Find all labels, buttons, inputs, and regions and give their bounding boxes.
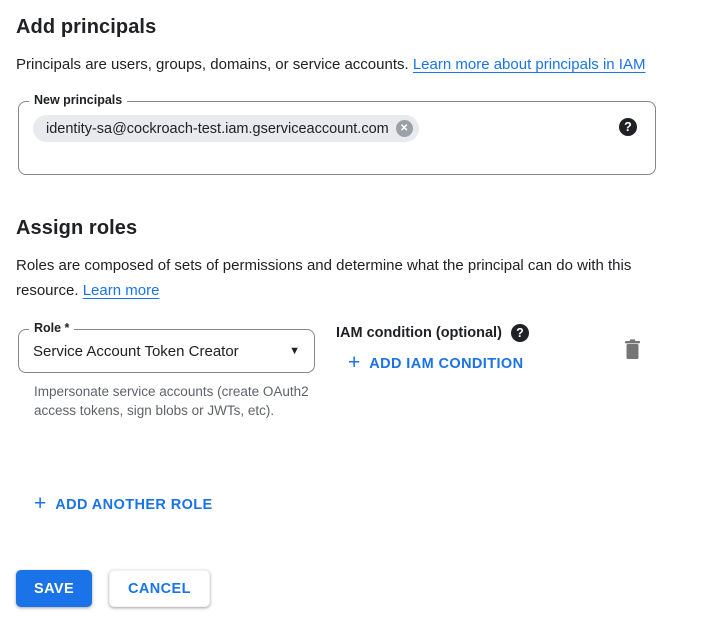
role-column: Role * Service Account Token Creator ▼ I… [18, 329, 315, 420]
principal-chip-value: identity-sa@cockroach-test.iam.gservicea… [46, 121, 389, 137]
delete-role-column [623, 329, 642, 365]
plus-icon: + [348, 351, 360, 375]
role-helper-text: Impersonate service accounts (create OAu… [34, 382, 317, 420]
add-iam-condition-button[interactable]: + ADD IAM CONDITION [348, 352, 523, 376]
role-select-value: Service Account Token Creator [33, 343, 281, 360]
principal-chip: identity-sa@cockroach-test.iam.gservicea… [33, 115, 419, 142]
add-principals-panel: Add principals Principals are users, gro… [0, 0, 713, 420]
learn-more-principals-link[interactable]: Learn more about principals in IAM [413, 56, 646, 73]
add-iam-condition-label: ADD IAM CONDITION [369, 356, 523, 372]
page-title: Add principals [16, 16, 697, 39]
chevron-down-icon: ▼ [289, 345, 300, 357]
assign-roles-title: Assign roles [16, 217, 697, 240]
iam-condition-label-row: IAM condition (optional) ? [336, 324, 623, 342]
save-button[interactable]: SAVE [16, 570, 92, 607]
role-row: Role * Service Account Token Creator ▼ I… [18, 329, 656, 420]
iam-condition-help-icon[interactable]: ? [511, 324, 529, 342]
delete-role-button[interactable] [623, 339, 642, 363]
add-another-role-button[interactable]: + ADD ANOTHER ROLE [34, 493, 213, 517]
roles-description: Roles are composed of sets of permission… [16, 253, 676, 303]
role-select[interactable]: Role * Service Account Token Creator ▼ [18, 329, 315, 373]
plus-icon: + [34, 492, 46, 516]
principals-description-text: Principals are users, groups, domains, o… [16, 56, 413, 73]
add-another-role-label: ADD ANOTHER ROLE [55, 497, 212, 513]
role-select-label: Role * [29, 321, 74, 335]
cancel-button[interactable]: CANCEL [109, 570, 210, 607]
new-principals-help-icon[interactable]: ? [619, 118, 637, 136]
principals-description: Principals are users, groups, domains, o… [16, 52, 676, 77]
learn-more-roles-link[interactable]: Learn more [83, 282, 160, 299]
new-principals-label: New principals [29, 93, 127, 107]
new-principals-field[interactable]: New principals identity-sa@cockroach-tes… [18, 101, 656, 175]
iam-condition-column: IAM condition (optional) ? +ADD IAM COND… [336, 329, 623, 376]
dialog-actions: SAVE CANCEL [16, 570, 210, 607]
iam-condition-label: IAM condition (optional) [336, 325, 502, 341]
trash-icon [623, 348, 642, 363]
chip-close-icon[interactable]: ✕ [396, 120, 413, 137]
